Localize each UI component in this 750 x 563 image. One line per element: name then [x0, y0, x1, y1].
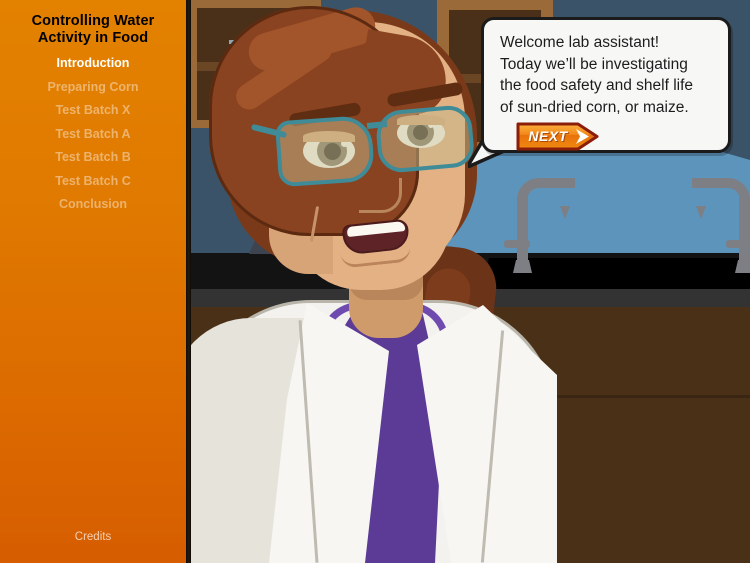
credits-link[interactable]: Credits: [0, 531, 186, 543]
sidebar-item-test-batch-x[interactable]: Test Batch X: [0, 99, 186, 123]
next-button[interactable]: NEXT: [516, 122, 599, 151]
sidebar-item-test-batch-b[interactable]: Test Batch B: [0, 146, 186, 170]
lab-scene: Welcome lab assistant! Today we’ll be in…: [191, 0, 750, 563]
sidebar-item-conclusion[interactable]: Conclusion: [0, 193, 186, 217]
sidebar-item-test-batch-c[interactable]: Test Batch C: [0, 170, 186, 194]
safety-goggles-lens-right: [374, 103, 476, 175]
sidebar-item-test-batch-a[interactable]: Test Batch A: [0, 123, 186, 147]
course-sidebar: Controlling Water Activity in Food Intro…: [0, 0, 186, 563]
sidebar-nav: Introduction Preparing Corn Test Batch X…: [0, 52, 186, 217]
dialogue-text: Welcome lab assistant! Today we’ll be in…: [500, 34, 694, 116]
sidebar-item-introduction[interactable]: Introduction: [0, 52, 186, 76]
courseware-window: Welcome lab assistant! Today we’ll be in…: [0, 0, 750, 563]
safety-goggles-lens-left: [274, 114, 376, 188]
sidebar-item-preparing-corn[interactable]: Preparing Corn: [0, 76, 186, 100]
page-title: Controlling Water Activity in Food: [31, 13, 155, 46]
sidebar-divider: [186, 0, 191, 563]
